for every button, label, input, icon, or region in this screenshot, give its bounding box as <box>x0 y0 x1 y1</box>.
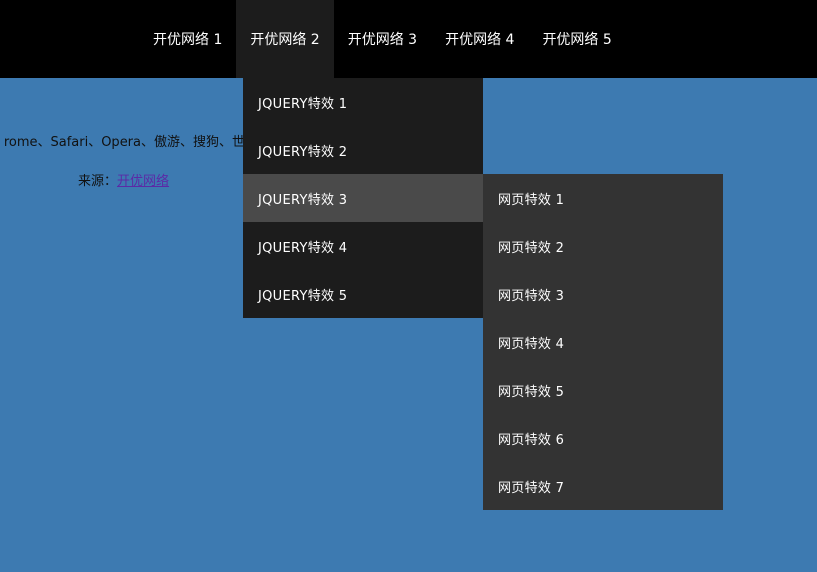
nav-item-3[interactable]: 开优网络 3 <box>334 0 431 78</box>
source-link[interactable]: 开优网络 <box>117 174 169 189</box>
subsubmenu-item-5[interactable]: 网页特效 5 <box>483 366 723 414</box>
subsubmenu-item-2[interactable]: 网页特效 2 <box>483 222 723 270</box>
subsubmenu-item-1[interactable]: 网页特效 1 <box>483 174 723 222</box>
submenu-item-4[interactable]: JQUERY特效 4 <box>243 222 483 270</box>
submenu-item-2[interactable]: JQUERY特效 2 <box>243 126 483 174</box>
subsubmenu-item-4[interactable]: 网页特效 4 <box>483 318 723 366</box>
nav-item-4[interactable]: 开优网络 4 <box>431 0 528 78</box>
nav-item-5[interactable]: 开优网络 5 <box>528 0 625 78</box>
top-navbar: 开优网络 1 开优网络 2 开优网络 3 开优网络 4 开优网络 5 <box>0 0 817 78</box>
nav-item-2[interactable]: 开优网络 2 <box>236 0 334 78</box>
dropdown-submenu: JQUERY特效 1 JQUERY特效 2 JQUERY特效 3 JQUERY特… <box>243 78 483 318</box>
flyout-subsubmenu: 网页特效 1 网页特效 2 网页特效 3 网页特效 4 网页特效 5 网页特效 … <box>483 174 723 510</box>
source-line: 来源：开优网络 <box>78 170 169 189</box>
subsubmenu-item-6[interactable]: 网页特效 6 <box>483 414 723 462</box>
source-prefix: 来源： <box>78 174 118 189</box>
subsubmenu-item-3[interactable]: 网页特效 3 <box>483 270 723 318</box>
submenu-item-3[interactable]: JQUERY特效 3 <box>243 174 483 222</box>
browser-support-text: rome、Safari、Opera、傲游、搜狗、世 <box>0 131 243 151</box>
nav-item-1[interactable]: 开优网络 1 <box>139 0 236 78</box>
subsubmenu-item-7[interactable]: 网页特效 7 <box>483 462 723 510</box>
submenu-item-1[interactable]: JQUERY特效 1 <box>243 78 483 126</box>
browser-support-label: rome、Safari、Opera、傲游、搜狗、世 <box>3 135 243 150</box>
submenu-item-5[interactable]: JQUERY特效 5 <box>243 270 483 318</box>
nav-menu: 开优网络 1 开优网络 2 开优网络 3 开优网络 4 开优网络 5 <box>139 0 626 78</box>
